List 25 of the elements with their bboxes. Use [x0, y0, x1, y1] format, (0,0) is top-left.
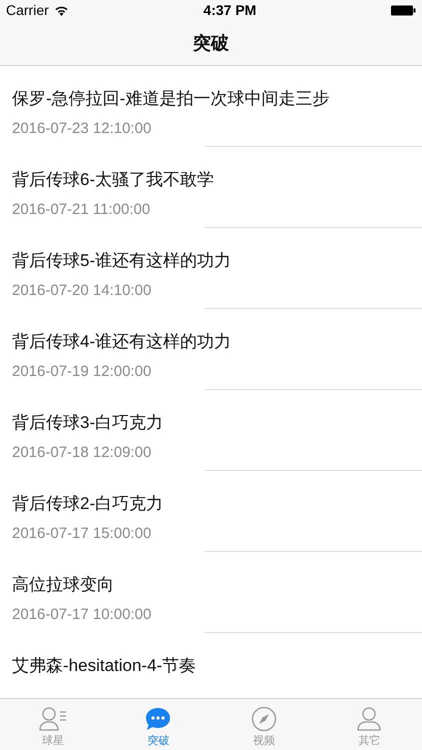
status-time: 4:37 PM	[203, 2, 256, 18]
item-date: 2016-07-17 10:00:00	[12, 606, 152, 623]
wifi-icon	[54, 4, 69, 16]
item-title[interactable]: 背后传球3-白巧克力	[12, 412, 410, 434]
item-date: 2016-07-23 12:10:00	[12, 120, 152, 137]
compass-icon	[250, 706, 277, 732]
item-title[interactable]: 高位拉球变向	[12, 574, 410, 596]
battery-icon	[390, 4, 416, 16]
person-list-icon	[38, 706, 68, 732]
item-title[interactable]: 背后传球2-白巧克力	[12, 493, 410, 515]
item-date: 2016-07-20 14:10:00	[12, 282, 152, 299]
item-date: 2016-07-17 15:00:00	[12, 525, 152, 542]
tab-item[interactable]: 突破	[106, 699, 211, 750]
nav-title: 突破	[193, 32, 229, 54]
item-title[interactable]: 背后传球4-谁还有这样的功力	[12, 331, 410, 353]
item-title[interactable]: 背后传球5-谁还有这样的功力	[12, 250, 410, 272]
item-date: 2016-07-19 12:00:00	[12, 363, 152, 380]
item-date: 2016-07-21 11:00:00	[12, 201, 152, 218]
chat-bubble-icon	[144, 706, 172, 732]
carrier-label: Carrier	[6, 2, 49, 18]
item-title[interactable]: 艾弗森-hesitation-4-节奏	[12, 655, 410, 677]
person-icon	[356, 706, 382, 732]
item-date: 2016-07-18 12:09:00	[12, 444, 152, 461]
item-title[interactable]: 保罗-急停拉回-难道是拍一次球中间走三步	[12, 88, 410, 110]
item-title[interactable]: 背后传球6-太骚了我不敢学	[12, 169, 410, 191]
